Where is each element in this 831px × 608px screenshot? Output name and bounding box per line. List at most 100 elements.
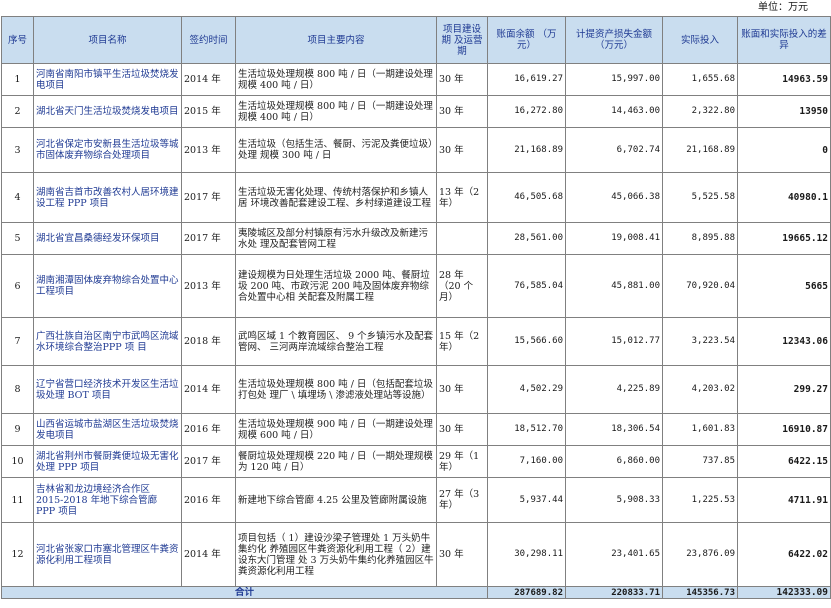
cell-diff: 6422.02 (737, 522, 831, 587)
table-row: 8 辽宁省营口经济技术开发区生活垃圾处理 BOT 项目 2014 年生活垃圾处理规模… (1, 365, 831, 414)
cell-provision: 4,225.89 (565, 365, 663, 414)
cell-date: 2014 年 (181, 63, 236, 96)
cell-invest: 21,168.89 (662, 127, 738, 173)
cell-diff: 5665 (737, 254, 831, 318)
cell-invest: 1,601.83 (662, 413, 738, 446)
cell-name: 湖北省荆州市餐厨粪便垃圾无害化处理 PPP 项目 (33, 445, 182, 478)
cell-date: 2013 年 (181, 127, 236, 173)
cell-period (436, 222, 488, 255)
cell-diff: 12343.06 (737, 317, 831, 366)
cell-name: 辽宁省营口经济技术开发区生活垃圾处理 BOT 项目 (33, 365, 182, 414)
cell-name: 河南省南阳市镇平生活垃圾焚烧发电项目 (33, 63, 182, 96)
cell-name: 广西壮族自治区南宁市武鸣区流域水环境综合整治PPP 项 目 (33, 317, 182, 366)
cell-balance: 30,298.11 (487, 522, 566, 587)
cell-provision: 18,306.54 (565, 413, 663, 446)
header-provision: 计提资产损失金额（万元） (565, 16, 663, 64)
cell-name: 湖南湘潭固体废弃物综合处置中心工程项目 (33, 254, 182, 318)
cell-invest: 23,876.09 (662, 522, 738, 587)
cell-invest: 70,920.04 (662, 254, 738, 318)
cell-date: 2014 年 (181, 365, 236, 414)
table-row: 6 湖南湘潭固体废弃物综合处置中心工程项目 2013 年建设规模为日处理生活垃圾 2… (1, 254, 831, 318)
cell-no: 5 (1, 222, 34, 255)
cell-content: 武鸣区域 1 个教育园区、 9 个乡镇污水及配套管网、 三河两岸流域综合整治工程 (235, 317, 437, 366)
total-label: 合计 (1, 586, 488, 599)
cell-balance: 28,561.00 (487, 222, 566, 255)
cell-no: 1 (1, 63, 34, 96)
cell-period: 30 年 (436, 127, 488, 173)
cell-period: 29 年（1 年） (436, 445, 488, 478)
spreadsheet: 单位：万元 序号 项目名称 签约时间 项目主要内容 项目建设期 及运营期 账面余… (0, 0, 831, 608)
cell-date: 2015 年 (181, 95, 236, 128)
cell-content: 项目包括（ 1）建设沙梁子管理处 1 万头奶牛集约化 养殖园区牛粪资源化利用工程… (235, 522, 437, 587)
cell-content: 餐厨垃圾处理规模 220 吨 / 日（一期处理规模为 120 吨 / 日） (235, 445, 437, 478)
cell-date: 2014 年 (181, 522, 236, 587)
cell-name: 吉林省和龙边境经济合作区 2015-2018 年地下综合管廊 PPP 项目 (33, 477, 182, 523)
cell-no: 8 (1, 365, 34, 414)
cell-provision: 5,908.33 (565, 477, 663, 523)
cell-no: 4 (1, 172, 34, 223)
cell-period: 27 年（3 年） (436, 477, 488, 523)
cell-diff: 0 (737, 127, 831, 173)
cell-name: 河北省保定市安新县生活垃圾等城市固体废弃物综合处理项目 (33, 127, 182, 173)
cell-provision: 23,401.65 (565, 522, 663, 587)
cell-diff: 299.27 (737, 365, 831, 414)
cell-name: 湖北省天门生活垃圾焚烧发电项目 (33, 95, 182, 128)
header-no: 序号 (1, 16, 34, 64)
cell-period: 15 年（2 年） (436, 317, 488, 366)
table-row: 1 河南省南阳市镇平生活垃圾焚烧发电项目 2014 年生活垃圾处理规模 800 吨 … (1, 63, 831, 96)
cell-name: 湖北省宜昌桑德经发环保项目 (33, 222, 182, 255)
cell-provision: 19,008.41 (565, 222, 663, 255)
cell-balance: 15,566.60 (487, 317, 566, 366)
cell-diff: 4711.91 (737, 477, 831, 523)
cell-invest: 4,203.02 (662, 365, 738, 414)
cell-content: 新建地下综合管廊 4.25 公里及管廊附属设施 (235, 477, 437, 523)
table-row: 11 吉林省和龙边境经济合作区 2015-2018 年地下综合管廊 PPP 项目 2… (1, 477, 831, 523)
cell-no: 9 (1, 413, 34, 446)
cell-diff: 14963.59 (737, 63, 831, 96)
total-invest: 145356.73 (662, 586, 738, 599)
cell-invest: 737.85 (662, 445, 738, 478)
cell-content: 生活垃圾（包括生活、餐厨、污泥及粪便垃圾）处理 规模 300 吨 / 日 (235, 127, 437, 173)
header-content: 项目主要内容 (235, 16, 437, 64)
table-row: 5 湖北省宜昌桑德经发环保项目 2017 年夷陵城区及部分村镇原有污水升级改及新建污… (1, 222, 831, 255)
cell-invest: 5,525.58 (662, 172, 738, 223)
cell-content: 生活垃圾处理规模 900 吨 / 日（一期建设处理规模 600 吨 / 日） (235, 413, 437, 446)
table-row: 12 河北省张家口市塞北管理区牛粪资源化利用工程项目 2014 年项目包括（ 1）建… (1, 522, 831, 587)
cell-period: 30 年 (436, 522, 488, 587)
header-period: 项目建设期 及运营期 (436, 16, 488, 64)
cell-no: 7 (1, 317, 34, 366)
cell-invest: 3,223.54 (662, 317, 738, 366)
header-balance: 账面余额 （万元） (487, 16, 566, 64)
cell-balance: 18,512.70 (487, 413, 566, 446)
cell-content: 生活垃圾处理规模 800 吨 / 日（一期建设处理规模 400 吨 / 日） (235, 63, 437, 96)
cell-period: 13 年（2 年） (436, 172, 488, 223)
cell-balance: 5,937.44 (487, 477, 566, 523)
cell-content: 夷陵城区及部分村镇原有污水升级改及新建污水处 理及配套管网工程 (235, 222, 437, 255)
unit-label: 单位：万元 (758, 2, 808, 13)
total-provision: 220833.71 (565, 586, 663, 599)
cell-content: 生活垃圾处理规模 800 吨 / 日（包括配套垃圾打包处 理厂 \ 填埋场 \ … (235, 365, 437, 414)
project-table: 序号 项目名称 签约时间 项目主要内容 项目建设期 及运营期 账面余额 （万元）… (1, 16, 831, 599)
cell-content: 建设规模为日处理生活垃圾 2000 吨、餐厨垃圾 200 吨、市政污泥 200 … (235, 254, 437, 318)
cell-period: 30 年 (436, 365, 488, 414)
cell-date: 2016 年 (181, 413, 236, 446)
cell-provision: 6,860.00 (565, 445, 663, 478)
cell-balance: 46,505.68 (487, 172, 566, 223)
cell-provision: 15,997.00 (565, 63, 663, 96)
total-diff: 142333.09 (737, 586, 831, 599)
cell-date: 2017 年 (181, 222, 236, 255)
cell-date: 2013 年 (181, 254, 236, 318)
cell-provision: 45,066.38 (565, 172, 663, 223)
table-row: 3 河北省保定市安新县生活垃圾等城市固体废弃物综合处理项目 2013 年生活垃圾（包… (1, 127, 831, 173)
cell-no: 2 (1, 95, 34, 128)
cell-balance: 76,585.04 (487, 254, 566, 318)
cell-invest: 1,655.68 (662, 63, 738, 96)
cell-diff: 16910.87 (737, 413, 831, 446)
cell-period: 30 年 (436, 95, 488, 128)
cell-balance: 4,502.29 (487, 365, 566, 414)
cell-date: 2017 年 (181, 172, 236, 223)
cell-balance: 7,160.00 (487, 445, 566, 478)
cell-no: 12 (1, 522, 34, 587)
cell-provision: 14,463.00 (565, 95, 663, 128)
table-row: 7 广西壮族自治区南宁市武鸣区流域水环境综合整治PPP 项 目 2018 年武鸣区域… (1, 317, 831, 366)
